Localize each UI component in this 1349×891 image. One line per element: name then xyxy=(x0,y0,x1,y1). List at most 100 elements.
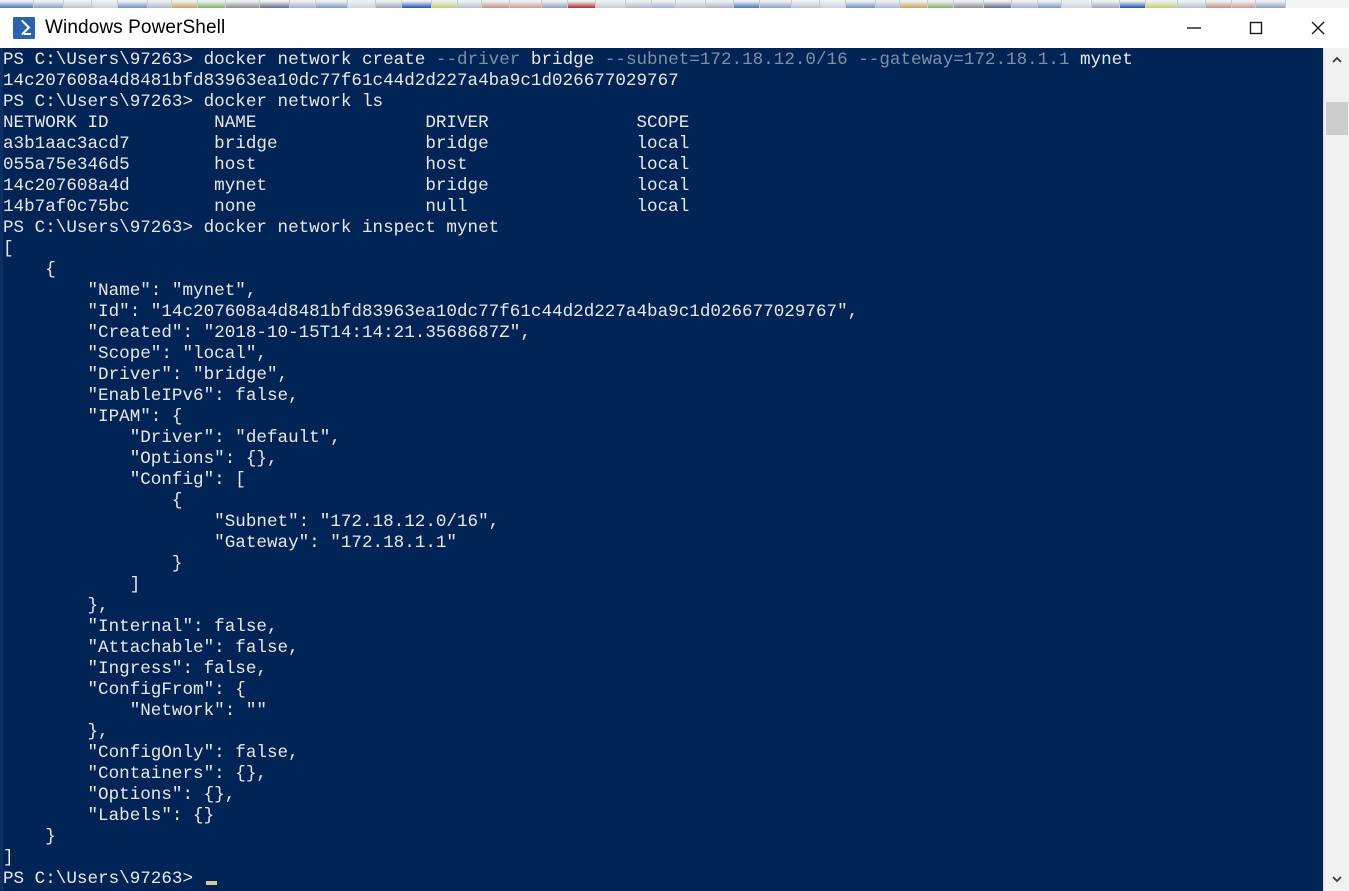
ribbon-cell xyxy=(820,0,846,8)
console-line-json-scope: "Scope": "local", xyxy=(3,344,1323,365)
ribbon-cell xyxy=(676,0,706,8)
ribbon-cell xyxy=(290,0,316,8)
ribbon-cell xyxy=(1038,0,1062,8)
ribbon-cell xyxy=(760,0,792,8)
console-segment: "Labels": {} xyxy=(3,806,215,826)
console-segment: "Name": "mynet", xyxy=(3,281,257,301)
console-segment: { xyxy=(3,260,56,280)
console-line-json-config-close: ] xyxy=(3,575,1323,596)
console-line-json-open-array: [ xyxy=(3,239,1323,260)
console-segment: "Created": "2018-10-15T14:14:21.3568687Z… xyxy=(3,323,531,343)
ribbon-cell xyxy=(846,0,876,8)
console-line-json-ipam-driver: "Driver": "default", xyxy=(3,428,1323,449)
ribbon-cell xyxy=(1062,0,1092,8)
console-line-json-created: "Created": "2018-10-15T14:14:21.3568687Z… xyxy=(3,323,1323,344)
console-segment: "IPAM": { xyxy=(3,407,183,427)
console-line-prompt-final: PS C:\Users\97263> xyxy=(3,869,1323,890)
console-segment: [ xyxy=(3,239,14,259)
maximize-button[interactable] xyxy=(1225,8,1287,48)
ribbon-cell xyxy=(172,0,198,8)
ribbon-cell xyxy=(954,0,984,8)
console-line-json-array-close: ] xyxy=(3,848,1323,869)
console-line-created-id: 14c207608a4d8481bfd83963ea10dc77f61c44d2… xyxy=(3,71,1323,92)
console-segment: a3b1aac3acd7 bridge bridge local xyxy=(3,134,690,154)
console-segment: --driver xyxy=(435,50,521,70)
console-segment: "Internal": false, xyxy=(3,617,278,637)
console-segment: "ConfigOnly": false, xyxy=(3,743,299,763)
console-output-area[interactable]: PS C:\Users\97263> docker network create… xyxy=(0,48,1349,891)
minimize-button[interactable] xyxy=(1163,8,1225,48)
ribbon-cell xyxy=(1256,0,1286,8)
vertical-scrollbar[interactable] xyxy=(1323,48,1349,891)
ribbon-cell xyxy=(792,0,820,8)
console-segment: "Options": {}, xyxy=(3,785,236,805)
console-line-json-obj-close: } xyxy=(3,827,1323,848)
console-line-json-enableipv6: "EnableIPv6": false, xyxy=(3,386,1323,407)
ribbon-cell xyxy=(900,0,928,8)
ribbon-cell xyxy=(92,0,118,8)
title-bar[interactable]: Windows PowerShell xyxy=(0,8,1349,48)
console-segment: "Attachable": false, xyxy=(3,638,299,658)
console-segment: PS C:\Users\97263> docker network inspec… xyxy=(3,218,500,238)
console-segment: 14c207608a4d mynet bridge local xyxy=(3,176,690,196)
console-line-json-driver: "Driver": "bridge", xyxy=(3,365,1323,386)
console-segment: bridge xyxy=(520,50,605,70)
ribbon-cell xyxy=(652,0,676,8)
scrollbar-thumb[interactable] xyxy=(1326,102,1348,136)
scroll-down-button[interactable] xyxy=(1324,867,1349,891)
ribbon-cell xyxy=(64,0,92,8)
console-line-ls-header: NETWORK ID NAME DRIVER SCOPE xyxy=(3,113,1323,134)
window-title: Windows PowerShell xyxy=(45,17,226,38)
console-segment: }, xyxy=(3,596,109,616)
console-segment: NETWORK ID NAME DRIVER SCOPE xyxy=(3,113,690,133)
console-segment: ] xyxy=(3,848,14,868)
console-line-json-configfrom-network: "Network": "" xyxy=(3,701,1323,722)
ribbon-cell xyxy=(432,0,458,8)
console-line-cmd-ls: PS C:\Users\97263> docker network ls xyxy=(3,92,1323,113)
console-line-ls-row-none: 14b7af0c75bc none null local xyxy=(3,197,1323,218)
minimize-icon xyxy=(1187,27,1201,29)
ribbon-cell xyxy=(510,0,542,8)
ribbon-cell xyxy=(376,0,402,8)
console-segment: }, xyxy=(3,722,109,742)
ribbon-cell xyxy=(876,0,900,8)
window-controls xyxy=(1163,8,1349,48)
console-line-json-id: "Id": "14c207608a4d8481bfd83963ea10dc77f… xyxy=(3,302,1323,323)
ribbon-cell xyxy=(706,0,734,8)
console-line-ls-row-host: 055a75e346d5 host host local xyxy=(3,155,1323,176)
ribbon-cell xyxy=(34,0,64,8)
text-cursor xyxy=(205,881,217,885)
ribbon-cell xyxy=(1206,0,1232,8)
chevron-down-icon xyxy=(1331,876,1342,883)
ribbon-cell xyxy=(626,0,652,8)
ribbon-cell xyxy=(928,0,954,8)
console-line-json-name: "Name": "mynet", xyxy=(3,281,1323,302)
ribbon-cell xyxy=(482,0,510,8)
console-line-json-ingress: "Ingress": false, xyxy=(3,659,1323,680)
console-segment: "Config": [ xyxy=(3,470,246,490)
ribbon-cell xyxy=(1120,0,1146,8)
close-button[interactable] xyxy=(1287,8,1349,48)
console-segment: } xyxy=(3,554,183,574)
console-line-json-gateway: "Gateway": "172.18.1.1" xyxy=(3,533,1323,554)
scrollbar-track[interactable] xyxy=(1324,72,1349,867)
scroll-up-button[interactable] xyxy=(1324,48,1349,72)
console-line-json-containers: "Containers": {}, xyxy=(3,764,1323,785)
console-segment: 14c207608a4d8481bfd83963ea10dc77f61c44d2… xyxy=(3,71,679,91)
console-line-json-open-obj: { xyxy=(3,260,1323,281)
ribbon-cell xyxy=(226,0,260,8)
ribbon-cell xyxy=(1178,0,1206,8)
console-segment: "Scope": "local", xyxy=(3,344,267,364)
console-segment: { xyxy=(3,491,183,511)
close-icon xyxy=(1311,21,1325,35)
ribbon-cell xyxy=(402,0,432,8)
console-line-json-attachable: "Attachable": false, xyxy=(3,638,1323,659)
console-line-json-labels: "Labels": {} xyxy=(3,806,1323,827)
ribbon-cell xyxy=(1232,0,1256,8)
console-segment: } xyxy=(3,827,56,847)
console-segment: "ConfigFrom": { xyxy=(3,680,246,700)
ribbon-cell xyxy=(148,0,172,8)
console-line-json-config-obj-open: { xyxy=(3,491,1323,512)
console-segment: "EnableIPv6": false, xyxy=(3,386,299,406)
console-line-json-configonly: "ConfigOnly": false, xyxy=(3,743,1323,764)
